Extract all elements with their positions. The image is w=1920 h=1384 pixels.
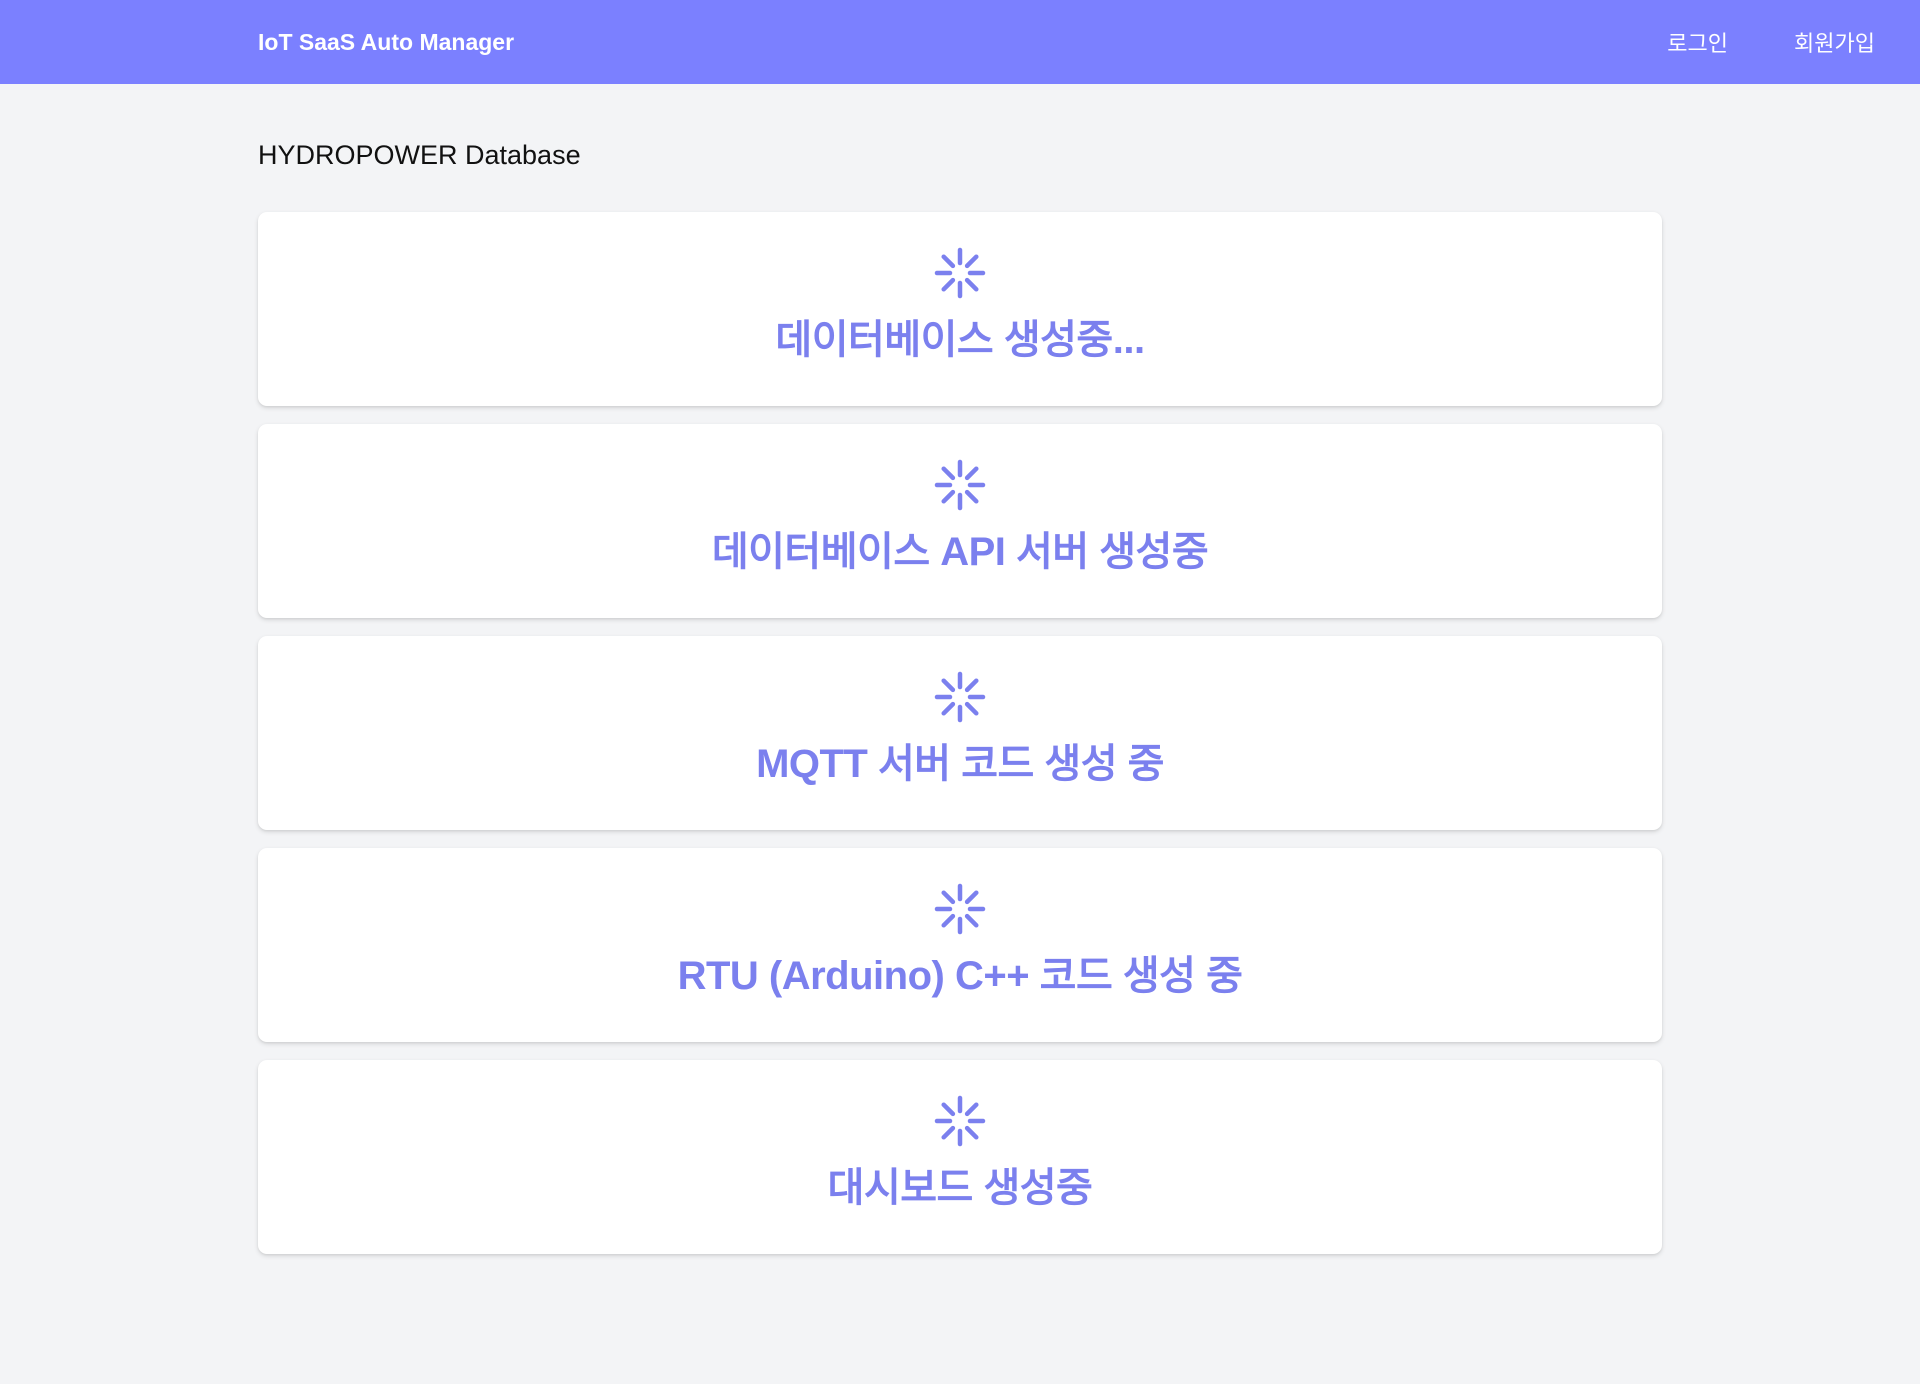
task-card-api-server: 데이터베이스 API 서버 생성중 [258,424,1662,618]
loader-icon [934,247,986,299]
task-card-rtu-code: RTU (Arduino) C++ 코드 생성 중 [258,848,1662,1042]
task-card-mqtt-server: MQTT 서버 코드 생성 중 [258,636,1662,830]
task-label: 데이터베이스 API 서버 생성중 [711,530,1209,574]
task-label: 대시보드 생성중 [827,1166,1093,1210]
page-title: HYDROPOWER Database [258,140,581,170]
task-card-list: 데이터베이스 생성중... 데이터베이스 API 서버 생성중 MQTT 서버 … [258,212,1662,1272]
loader-icon [934,459,986,511]
brand-logo-text[interactable]: IoT SaaS Auto Manager [258,0,514,84]
task-label: 데이터베이스 생성중... [775,318,1145,362]
loader-icon [934,1095,986,1147]
loader-icon [934,883,986,935]
login-link[interactable]: 로그인 [1667,26,1728,58]
task-card-dashboard: 대시보드 생성중 [258,1060,1662,1254]
task-card-database: 데이터베이스 생성중... [258,212,1662,406]
top-navbar: IoT SaaS Auto Manager 로그인 회원가입 [0,0,1920,84]
loader-icon [934,671,986,723]
task-label: RTU (Arduino) C++ 코드 생성 중 [677,954,1243,998]
task-label: MQTT 서버 코드 생성 중 [756,742,1164,786]
signup-link[interactable]: 회원가입 [1794,26,1875,58]
nav-links: 로그인 회원가입 [1667,0,1875,84]
